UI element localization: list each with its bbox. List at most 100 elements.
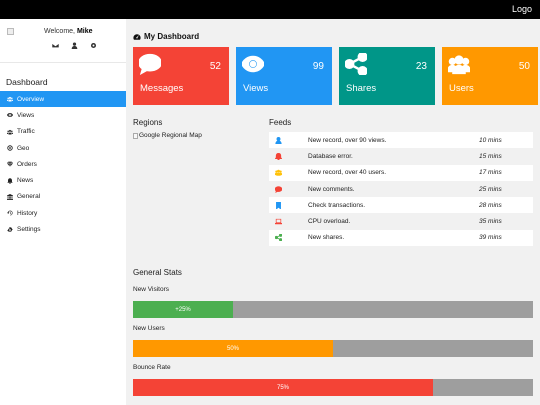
top-bar: Logo	[0, 0, 540, 19]
feed-text: Database error.	[308, 152, 353, 160]
eye-icon	[7, 112, 15, 118]
map-alt-text: Google Regional Map	[139, 132, 202, 139]
feed-row[interactable]: Database error. 15 mins	[269, 148, 533, 165]
feed-time: 39 mins	[479, 234, 502, 242]
history-icon	[7, 210, 15, 216]
page-title: My Dashboard	[133, 32, 199, 41]
sidebar-item-settings[interactable]: Settings	[0, 221, 126, 237]
sidebar-item-label: Orders	[17, 160, 37, 168]
sidebar-item-label: News	[17, 177, 34, 185]
progress-bar: 75%	[133, 379, 533, 396]
regions-heading: Regions	[133, 118, 163, 127]
sidebar-item-orders[interactable]: Orders	[0, 156, 126, 172]
card-label: Messages	[140, 83, 184, 94]
sidebar-item-views[interactable]: Views	[0, 107, 126, 123]
progress-fill: 75%	[133, 379, 433, 396]
card-label: Users	[449, 83, 474, 94]
feed-row[interactable]: CPU overload. 35 mins	[269, 213, 533, 230]
feed-time: 25 mins	[479, 185, 502, 193]
sidebar: Welcome, Mike Dashboard Overview Views Tra…	[0, 19, 126, 405]
user-name: Mike	[76, 28, 93, 35]
feed-text: New shares.	[308, 234, 345, 242]
progress-fill: 50%	[133, 340, 333, 357]
envelope-icon[interactable]	[51, 41, 59, 49]
feeds-heading: Feeds	[269, 118, 292, 127]
sidebar-item-news[interactable]: News	[0, 172, 126, 188]
stat-label: Bounce Rate	[133, 364, 171, 371]
progress-bar: 50%	[133, 340, 533, 357]
feed-time: 17 mins	[479, 169, 502, 177]
card-label: Shares	[346, 83, 377, 94]
laptop-icon	[275, 218, 282, 225]
feed-row[interactable]: Check transactions. 28 mins	[269, 197, 533, 214]
sidebar-item-label: General	[17, 193, 41, 201]
broken-image-icon	[133, 132, 138, 139]
feed-time: 15 mins	[479, 152, 502, 160]
cog-icon[interactable]	[89, 41, 97, 49]
feeds-table: New record, over 90 views. 10 mins Databas…	[269, 132, 533, 247]
sidebar-item-label: History	[17, 209, 38, 217]
avatar	[7, 28, 14, 35]
main-content: My Dashboard 52 Messages 99 Views 23 Shares 50…	[126, 19, 540, 405]
cog-icon	[7, 226, 15, 233]
sidebar-nav: Overview Views Traffic Geo Orders News General…	[0, 91, 126, 238]
bookmark-icon	[275, 201, 282, 209]
feed-text: Check transactions.	[308, 201, 366, 209]
card-messages[interactable]: 52 Messages	[133, 47, 229, 105]
feed-time: 10 mins	[479, 136, 502, 144]
users-icon	[7, 96, 15, 102]
feed-row[interactable]: New shares. 39 mins	[269, 229, 533, 247]
bank-icon	[7, 193, 15, 200]
share-icon	[344, 51, 368, 77]
card-users[interactable]: 50 Users	[442, 47, 538, 105]
share-icon	[275, 234, 282, 242]
feed-text: New record, over 40 users.	[308, 169, 387, 177]
page-title-text: My Dashboard	[144, 32, 200, 41]
regional-map: Google Regional Map	[133, 132, 202, 139]
feed-row[interactable]: New comments. 25 mins	[269, 180, 533, 198]
sidebar-item-label: Views	[17, 111, 35, 119]
comment-icon	[138, 53, 162, 76]
bell-icon	[7, 177, 15, 184]
users-icon	[7, 129, 15, 135]
progress-fill: +25%	[133, 301, 233, 318]
sidebar-item-geo[interactable]: Geo	[0, 140, 126, 156]
general-stats-heading: General Stats	[133, 268, 182, 277]
bell-icon	[275, 152, 282, 160]
sidebar-item-label: Geo	[17, 144, 30, 152]
comment-icon	[275, 185, 282, 193]
card-value: 50	[518, 61, 530, 72]
feed-time: 35 mins	[479, 218, 502, 226]
sidebar-item-traffic[interactable]: Traffic	[0, 124, 126, 140]
feed-row[interactable]: New record, over 90 views. 10 mins	[269, 132, 533, 149]
users-icon	[447, 53, 471, 75]
user-icon	[275, 136, 282, 144]
user-icon[interactable]	[70, 41, 78, 49]
feed-text: New comments.	[308, 185, 355, 193]
card-value: 23	[415, 61, 427, 72]
sidebar-item-overview[interactable]: Overview	[0, 91, 126, 108]
sidebar-item-general[interactable]: General	[0, 189, 126, 205]
card-value: 99	[312, 61, 324, 72]
user-box: Welcome, Mike	[0, 19, 126, 61]
card-shares[interactable]: 23 Shares	[339, 47, 435, 105]
bullseye-icon	[7, 145, 15, 151]
sidebar-item-label: Traffic	[17, 128, 35, 136]
stat-label: New Users	[133, 325, 165, 332]
users-icon	[275, 169, 282, 176]
sidebar-item-label: Overview	[17, 95, 45, 103]
eye-icon	[241, 53, 265, 75]
card-label: Views	[243, 83, 269, 94]
feed-time: 28 mins	[479, 201, 502, 209]
logo[interactable]: Logo	[512, 4, 532, 14]
diamond-icon	[7, 161, 15, 168]
sidebar-item-history[interactable]: History	[0, 205, 126, 221]
feed-text: CPU overload.	[308, 218, 351, 226]
feed-row[interactable]: New record, over 40 users. 17 mins	[269, 164, 533, 181]
card-views[interactable]: 99 Views	[236, 47, 332, 105]
progress-bar: +25%	[133, 301, 533, 318]
feed-text: New record, over 90 views.	[308, 136, 387, 144]
dashboard-icon	[133, 33, 141, 40]
welcome-prefix: Welcome,	[44, 28, 77, 35]
stat-cards: 52 Messages 99 Views 23 Shares 50 Users	[133, 47, 538, 105]
